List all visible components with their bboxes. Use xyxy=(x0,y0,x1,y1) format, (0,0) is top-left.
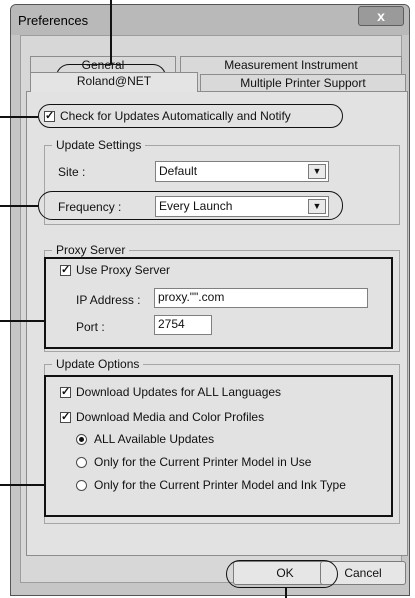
use-proxy-label: Use Proxy Server xyxy=(76,263,171,277)
tab-roland-net[interactable]: Roland@NET xyxy=(30,72,198,92)
all-languages-checkbox[interactable]: ✓ xyxy=(60,387,71,398)
auto-check-callout-line xyxy=(0,116,38,118)
close-icon: x xyxy=(377,8,385,24)
proxy-callout-line xyxy=(0,320,44,322)
frequency-callout-oval xyxy=(38,191,343,220)
radio-all-updates[interactable] xyxy=(76,434,87,445)
tab-multiple-printer-support[interactable]: Multiple Printer Support xyxy=(200,74,406,92)
tab-callout-line xyxy=(110,0,112,64)
radio-all-updates-label: ALL Available Updates xyxy=(94,432,215,446)
site-select[interactable]: Default ▼ xyxy=(155,161,329,182)
proxy-server-legend: Proxy Server xyxy=(52,243,130,257)
port-input[interactable]: 2754 xyxy=(154,315,212,335)
update-settings-legend: Update Settings xyxy=(52,138,146,152)
radio-current-model-label: Only for the Current Printer Model in Us… xyxy=(94,455,312,469)
all-languages-label: Download Updates for ALL Languages xyxy=(76,385,282,399)
media-profiles-checkbox[interactable]: ✓ xyxy=(60,412,71,423)
port-label: Port : xyxy=(76,320,105,334)
check-icon: ✓ xyxy=(61,264,71,276)
use-proxy-checkbox[interactable]: ✓ xyxy=(60,265,71,276)
auto-check-callout-oval xyxy=(38,104,343,128)
radio-current-model[interactable] xyxy=(76,457,87,468)
check-icon: ✓ xyxy=(61,386,71,398)
ip-address-label: IP Address : xyxy=(76,293,141,307)
ok-callout-line xyxy=(285,588,287,598)
update-options-callout-line xyxy=(0,484,44,486)
frequency-callout-line xyxy=(0,205,38,207)
ok-callout-oval xyxy=(226,560,338,588)
window-title: Preferences xyxy=(18,13,89,28)
ip-address-input[interactable]: proxy."".com xyxy=(154,288,368,308)
radio-model-and-ink[interactable] xyxy=(76,480,87,491)
radio-model-and-ink-label: Only for the Current Printer Model and I… xyxy=(94,478,346,492)
site-value: Default xyxy=(159,164,198,178)
update-options-legend: Update Options xyxy=(52,357,144,371)
close-button[interactable]: x xyxy=(358,6,404,26)
check-icon: ✓ xyxy=(61,411,71,423)
site-label: Site : xyxy=(58,165,86,179)
tab-measurement-instrument[interactable]: Measurement Instrument xyxy=(180,56,402,74)
chevron-down-icon[interactable]: ▼ xyxy=(308,164,326,179)
media-profiles-label: Download Media and Color Profiles xyxy=(76,410,265,424)
